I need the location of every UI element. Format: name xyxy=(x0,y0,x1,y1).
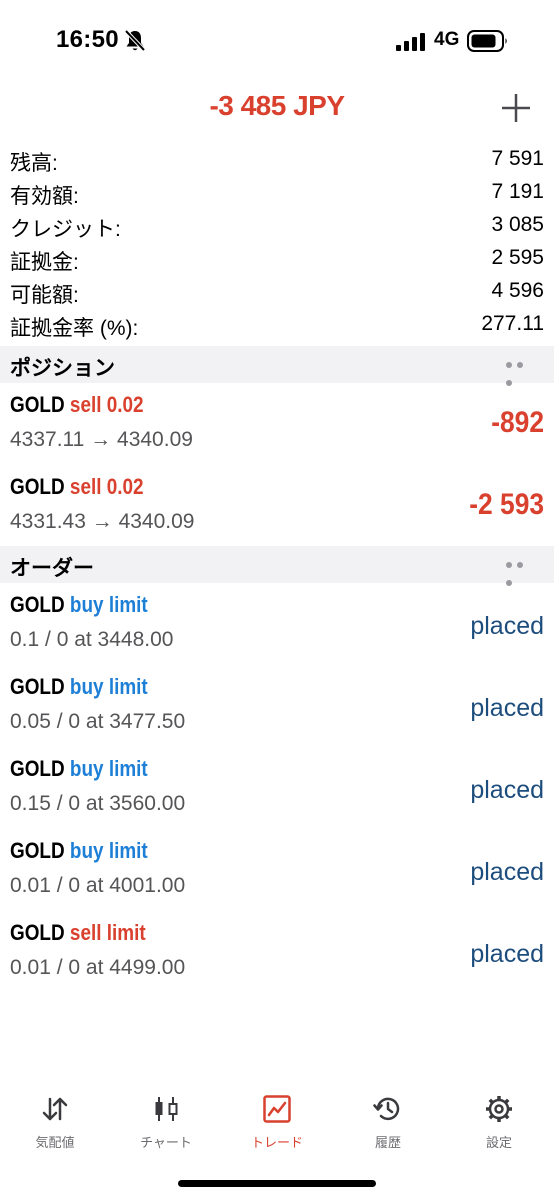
position-symbol-line: GOLD sell 0.02 xyxy=(10,474,144,500)
candlestick-icon xyxy=(155,1097,178,1121)
order-details: 0.01 / 0 at 4001.00 xyxy=(10,874,186,897)
bell-muted-icon xyxy=(124,29,146,52)
order-symbol-line: GOLD buy limit xyxy=(10,756,148,782)
tab-label: 設定 xyxy=(485,1135,512,1150)
summary-row-balance: 残高: 7 591 xyxy=(0,142,554,175)
positions-section-header: ポジション xyxy=(0,346,554,386)
position-prices: 4337.11 → 4340.09 xyxy=(10,428,193,451)
section-title: オーダー xyxy=(10,557,94,580)
position-prices: 4331.43 → 4340.09 xyxy=(10,510,195,533)
more-options-icon[interactable] xyxy=(506,562,536,586)
symbol-label: GOLD xyxy=(10,920,65,945)
tab-chart[interactable]: チャート xyxy=(111,1088,221,1158)
tab-label: 履歴 xyxy=(374,1135,401,1150)
tab-label: 気配値 xyxy=(35,1135,75,1150)
bottom-tab-bar: 気配値 チャート トレード 履歴 設定 xyxy=(0,1088,554,1158)
more-options-icon[interactable] xyxy=(506,362,536,386)
tab-trade[interactable]: トレード xyxy=(222,1088,332,1158)
position-profit: -892 xyxy=(491,406,544,439)
order-status: placed xyxy=(470,612,544,640)
account-summary: 残高: 7 591 有効額: 7 191 クレジット: 3 085 証拠金: 2… xyxy=(0,142,554,340)
order-symbol-line: GOLD buy limit xyxy=(10,592,148,618)
position-symbol-line: GOLD sell 0.02 xyxy=(10,392,144,418)
summary-value: 7 191 xyxy=(491,180,544,203)
order-symbol-line: GOLD sell limit xyxy=(10,920,146,946)
summary-label: 証拠金率 (%): xyxy=(10,317,139,340)
summary-label: クレジット: xyxy=(10,218,121,241)
order-details: 0.15 / 0 at 3560.00 xyxy=(10,792,186,815)
symbol-label: GOLD xyxy=(10,756,65,781)
position-row[interactable]: GOLD sell 0.02 4337.11 → 4340.09 -892 xyxy=(0,386,554,468)
order-type: buy limit xyxy=(69,838,148,863)
order-row[interactable]: GOLD buy limit 0.05 / 0 at 3477.50 place… xyxy=(0,668,554,750)
tab-settings[interactable]: 設定 xyxy=(444,1088,554,1158)
order-status: placed xyxy=(470,940,544,968)
summary-value: 277.11 xyxy=(481,312,544,335)
order-details: 0.01 / 0 at 4499.00 xyxy=(10,956,186,979)
summary-label: 可能額: xyxy=(10,284,79,307)
history-clock-icon xyxy=(373,1097,400,1121)
status-bar: 16:50 4G xyxy=(0,0,554,80)
tab-quotes[interactable]: 気配値 xyxy=(0,1088,110,1158)
order-row[interactable]: GOLD buy limit 0.1 / 0 at 3448.00 placed xyxy=(0,586,554,668)
order-details: 0.1 / 0 at 3448.00 xyxy=(10,628,174,651)
summary-row-credit: クレジット: 3 085 xyxy=(0,208,554,241)
order-type: buy limit xyxy=(69,674,148,699)
orders-section-header: オーダー xyxy=(0,546,554,586)
position-side: sell 0.02 xyxy=(69,474,144,499)
order-type: buy limit xyxy=(69,592,148,617)
position-row[interactable]: GOLD sell 0.02 4331.43 → 4340.09 -2 593 xyxy=(0,468,554,550)
tab-label: チャート xyxy=(140,1135,192,1150)
status-time: 16:50 xyxy=(56,26,119,53)
order-type: sell limit xyxy=(69,920,146,945)
summary-row-equity: 有効額: 7 191 xyxy=(0,175,554,208)
symbol-label: GOLD xyxy=(10,474,65,499)
order-status: placed xyxy=(470,776,544,804)
tab-label: トレード xyxy=(250,1135,303,1150)
position-side: sell 0.02 xyxy=(69,392,144,417)
summary-label: 証拠金: xyxy=(10,251,79,274)
network-label: 4G xyxy=(434,29,460,50)
section-title: ポジション xyxy=(10,357,115,380)
order-type: buy limit xyxy=(69,756,148,781)
trade-chart-icon xyxy=(263,1095,291,1123)
summary-value: 2 595 xyxy=(491,246,544,269)
position-profit: -2 593 xyxy=(469,488,544,521)
order-symbol-line: GOLD buy limit xyxy=(10,838,148,864)
order-status: placed xyxy=(470,694,544,722)
summary-value: 3 085 xyxy=(491,213,544,236)
order-row[interactable]: GOLD buy limit 0.15 / 0 at 3560.00 place… xyxy=(0,750,554,832)
symbol-label: GOLD xyxy=(10,674,65,699)
battery-icon xyxy=(467,30,507,52)
add-button[interactable] xyxy=(498,90,534,126)
quotes-arrows-icon xyxy=(42,1097,68,1121)
order-symbol-line: GOLD buy limit xyxy=(10,674,148,700)
order-details: 0.05 / 0 at 3477.50 xyxy=(10,710,186,733)
order-row[interactable]: GOLD sell limit 0.01 / 0 at 4499.00 plac… xyxy=(0,914,554,996)
summary-row-free-margin: 可能額: 4 596 xyxy=(0,274,554,307)
gear-icon xyxy=(486,1096,512,1122)
summary-value: 4 596 xyxy=(491,279,544,302)
order-status: placed xyxy=(470,858,544,886)
summary-row-margin: 証拠金: 2 595 xyxy=(0,241,554,274)
symbol-label: GOLD xyxy=(10,838,65,863)
home-indicator[interactable] xyxy=(178,1180,376,1187)
symbol-label: GOLD xyxy=(10,592,65,617)
summary-label: 残高: xyxy=(10,152,58,175)
summary-value: 7 591 xyxy=(491,147,544,170)
signal-icon xyxy=(396,33,425,51)
symbol-label: GOLD xyxy=(10,392,65,417)
summary-row-margin-level: 証拠金率 (%): 277.11 xyxy=(0,307,554,340)
order-row[interactable]: GOLD buy limit 0.01 / 0 at 4001.00 place… xyxy=(0,832,554,914)
tab-history[interactable]: 履歴 xyxy=(333,1088,443,1158)
account-profit-title: -3 485 JPY xyxy=(209,90,345,121)
summary-label: 有効額: xyxy=(10,185,79,208)
